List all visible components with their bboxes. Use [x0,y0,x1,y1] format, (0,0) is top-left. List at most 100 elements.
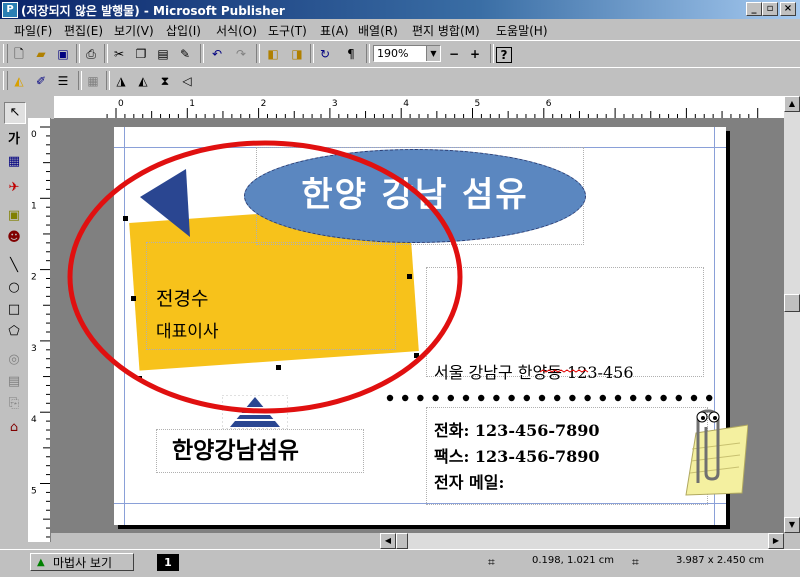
menu-bar: 파일(F) 편집(E) 보기(V) 삽입(I) 서식(O) 도구(T) 표(A)… [0,19,800,41]
scroll-up-icon[interactable]: ▲ [784,96,800,112]
vertical-ruler-ticks: 0 1 2 3 4 5 [31,126,50,538]
maximize-button[interactable]: ▫ [762,2,778,16]
separator [78,71,82,90]
zoom-select[interactable]: 190% ▼ [373,45,441,62]
help-icon[interactable]: ? [496,47,512,63]
publisher-icon[interactable]: P [2,2,18,18]
save-icon[interactable]: ▣ [54,45,72,63]
ruler-label: 6 [546,99,552,109]
line-style-icon[interactable]: ☰ [54,72,72,90]
menu-view[interactable]: 보기(V) [114,22,154,39]
rotate-right-icon[interactable]: ◭ [134,72,152,90]
divider-dot [630,394,637,402]
menu-file[interactable]: 파일(F) [14,22,52,39]
flip-horizontal-icon[interactable]: ⧗ [156,72,174,90]
menu-insert[interactable]: 삽입(I) [166,22,201,39]
horizontal-scrollbar[interactable]: ◀ ▶ [380,533,784,549]
office-assistant-clippy-icon[interactable] [676,403,748,499]
divider-dot [675,394,682,402]
flip-vertical-icon[interactable]: ◁ [178,72,196,90]
design-gallery-icon[interactable]: ⌂ [4,418,24,438]
shadow-icon[interactable]: ▦ [84,72,102,90]
paste-icon[interactable]: ▤ [154,45,172,63]
minimize-button[interactable]: _ [746,2,762,16]
page-navigator[interactable]: 1 [157,554,179,571]
close-button[interactable]: × [780,2,796,16]
custom-shapes-tool-icon[interactable]: ⬠ [4,322,24,342]
vertical-ruler[interactable]: 0 1 2 3 4 5 [28,118,51,542]
rotate-left-icon[interactable]: ◮ [112,72,130,90]
horizontal-ruler-ticks: 0 1 2 3 4 5 6 [106,96,759,118]
workspace[interactable]: 전경수 대표이사 한양 강남 섬유 서울 강남구 한양동 123-456 전화:… [50,119,784,533]
menu-edit[interactable]: 편집(E) [64,22,103,39]
toolbar-grip[interactable] [3,44,8,63]
form-control-tool-icon[interactable]: ◎ [4,350,24,370]
redo-icon[interactable]: ↷ [232,45,250,63]
menu-table[interactable]: 표(A) [320,22,349,39]
pilcrow-icon[interactable]: ¶ [342,45,360,63]
ruler-label: 2 [261,99,267,109]
logo-text[interactable]: 한양강남섬유 [172,431,299,465]
wordart-tool-icon[interactable]: ✈ [4,178,24,198]
bring-front-icon[interactable]: ◧ [264,45,282,63]
picture-frame-tool-icon[interactable]: ▣ [4,206,24,226]
rectangle-tool-icon[interactable]: □ [4,300,24,320]
divider-dot [508,394,515,402]
separator [200,44,204,63]
cut-icon[interactable]: ✂ [110,45,128,63]
oval-tool-icon[interactable]: ○ [4,278,24,298]
text-frame-tool-icon[interactable]: 가 [4,130,24,150]
fill-color-icon[interactable]: ◭ [10,72,28,90]
open-icon[interactable]: ▰ [32,45,50,63]
email-label[interactable]: 전자 메일: [434,469,504,493]
scroll-left-icon[interactable]: ◀ [380,533,396,549]
scroll-down-icon[interactable]: ▼ [784,517,800,533]
menu-help[interactable]: 도움말(H) [496,22,548,39]
zoom-value: 190% [377,47,409,60]
undo-icon[interactable]: ↶ [208,45,226,63]
copy-icon[interactable]: ❐ [132,45,150,63]
hotspot-tool-icon[interactable]: ▤ [4,372,24,392]
pointer-tool-icon[interactable]: ↖ [4,102,26,124]
divider-dot [706,394,713,402]
chevron-down-icon[interactable]: ▼ [426,46,440,61]
separator [490,44,494,63]
ruler-corner[interactable] [28,96,54,118]
formatting-toolbar: ◭ ✐ ☰ ▦ ◮ ◭ ⧗ ◁ [0,67,800,97]
divider-dot [660,394,667,402]
table-frame-tool-icon[interactable]: ▦ [4,152,24,172]
scroll-thumb[interactable] [784,294,800,312]
zoom-in-button[interactable]: + [466,45,484,63]
format-painter-icon[interactable]: ✎ [176,45,194,63]
fax-text[interactable]: 팩스: 123-456-7890 [434,443,600,467]
toolbar-grip[interactable] [3,71,8,90]
print-icon[interactable]: ⎙ [82,45,100,63]
divider-dot [569,394,576,402]
ruler-label: 2 [31,273,37,283]
line-color-icon[interactable]: ✐ [32,72,50,90]
menu-format[interactable]: 서식(O) [216,22,257,39]
menu-tools[interactable]: 도구(T) [268,22,307,39]
separator [104,44,108,63]
ruler-label: 3 [332,99,338,109]
show-wizard-button[interactable]: ▲ 마법사 보기 [30,553,134,571]
separator [106,71,110,90]
rotate-icon[interactable]: ↻ [316,45,334,63]
triangle-up-icon: ▲ [37,557,45,568]
divider-dot [538,394,546,402]
scroll-thumb[interactable] [396,533,408,549]
divider-dot [584,394,591,402]
menu-mail-merge[interactable]: 편지 병합(M) [412,22,480,39]
scroll-right-icon[interactable]: ▶ [768,533,784,549]
zoom-out-button[interactable]: − [445,45,463,63]
horizontal-ruler[interactable]: 0 1 2 3 4 5 6 [54,96,784,119]
divider-dot [690,394,698,402]
clipart-tool-icon[interactable]: ☻ [4,228,24,248]
vertical-scrollbar[interactable]: ▲ ▼ [784,96,800,533]
line-tool-icon[interactable]: ╲ [4,256,24,276]
send-back-icon[interactable]: ◨ [288,45,306,63]
html-code-tool-icon[interactable]: ⎘ [4,394,24,414]
new-icon[interactable]: 🗋 [10,45,28,63]
menu-arrange[interactable]: 배열(R) [358,22,398,39]
phone-text[interactable]: 전화: 123-456-7890 [434,417,600,441]
